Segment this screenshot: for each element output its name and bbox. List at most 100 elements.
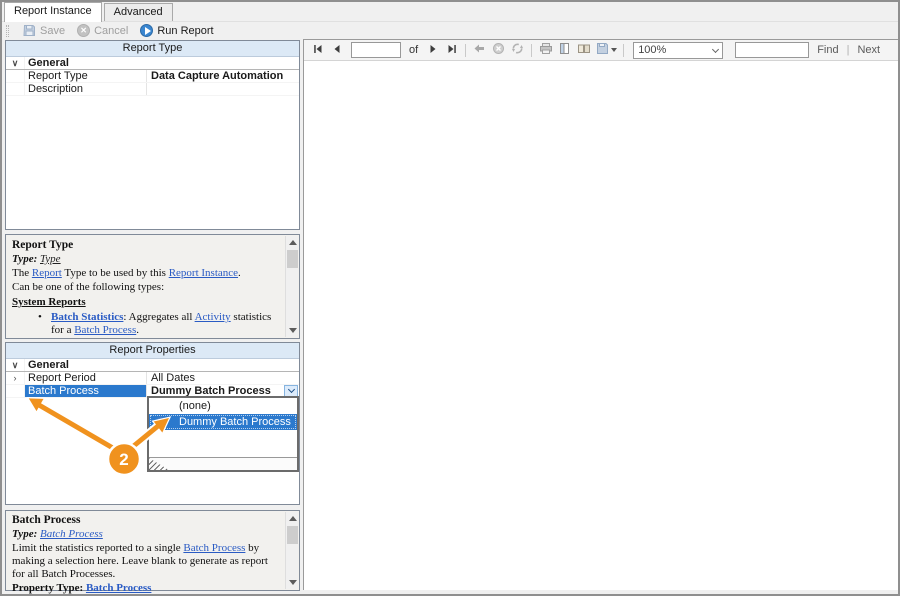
back-icon xyxy=(473,42,486,58)
run-report-button[interactable]: Run Report xyxy=(140,24,214,37)
report-type-row-value[interactable]: Data Capture Automation xyxy=(147,70,299,82)
scrollbar-thumb[interactable] xyxy=(287,526,298,544)
print-layout-icon xyxy=(558,42,571,58)
batch-statistics-link[interactable]: Batch Statistics xyxy=(51,311,123,323)
export-button[interactable] xyxy=(594,42,618,59)
property-row-report-period: › Report Period All Dates xyxy=(6,372,299,385)
batch-process-link[interactable]: Batch Process xyxy=(74,324,136,336)
print-layout-button[interactable] xyxy=(556,42,573,59)
page-number-input[interactable] xyxy=(351,42,401,58)
print-icon xyxy=(539,42,553,58)
activity-link[interactable]: Activity xyxy=(195,311,231,323)
help-scrollbar[interactable] xyxy=(285,236,298,337)
group-label: General xyxy=(28,359,69,371)
cancel-button[interactable]: ✕ Cancel xyxy=(77,24,128,37)
toolbar-grip[interactable] xyxy=(6,24,9,37)
next-page-button[interactable] xyxy=(424,42,441,59)
stop-refresh-button[interactable] xyxy=(490,42,507,59)
zoom-select[interactable]: 100% xyxy=(633,41,724,59)
cancel-icon: ✕ xyxy=(77,24,91,37)
bullet-icon: • xyxy=(38,311,42,323)
export-caret-icon xyxy=(610,48,617,52)
gear-icon: ⚙ xyxy=(155,414,167,429)
stop-icon xyxy=(492,42,505,58)
property-type-line: Property Type: Batch Process xyxy=(12,582,152,594)
batch-process-row-label[interactable]: Batch Process xyxy=(25,385,147,397)
report-type-row-label[interactable]: Report Type xyxy=(25,70,147,82)
report-instance-window: Report Instance Advanced Save ✕ Cancel R… xyxy=(0,0,900,596)
type-link[interactable]: Type xyxy=(40,253,61,265)
expander-icon[interactable]: › xyxy=(6,372,25,384)
report-period-row-label[interactable]: Report Period xyxy=(25,372,147,384)
dropdown-item-none[interactable]: (none) xyxy=(149,398,297,414)
save-label: Save xyxy=(40,24,66,37)
resize-grip-icon xyxy=(149,458,169,470)
batch-process-type-link[interactable]: Batch Process xyxy=(40,528,103,540)
description-row-label[interactable]: Description xyxy=(25,83,147,95)
report-viewer: of 100% Find | Next xyxy=(303,39,898,590)
previous-page-button[interactable] xyxy=(328,42,345,59)
dropdown-resize-grip[interactable] xyxy=(149,457,297,470)
batch-process-link[interactable]: Batch Process xyxy=(183,542,245,554)
page-setup-button[interactable] xyxy=(575,42,592,59)
refresh-icon xyxy=(511,42,524,58)
help-type-line: Type: Batch Process xyxy=(12,528,103,540)
tab-advanced[interactable]: Advanced xyxy=(103,3,173,21)
scroll-down-icon[interactable] xyxy=(286,576,299,589)
zoom-dropdown-icon xyxy=(712,45,720,53)
toolbar-separator xyxy=(623,43,625,57)
report-link[interactable]: Report xyxy=(32,267,62,279)
report-instance-link[interactable]: Report Instance xyxy=(169,267,238,279)
scrollbar-thumb[interactable] xyxy=(287,250,298,268)
page-setup-icon xyxy=(577,42,591,58)
collapse-chevron-icon[interactable]: ∨ xyxy=(6,57,25,69)
report-type-help-panel: Report Type Type: Type The Report Type t… xyxy=(5,234,300,339)
group-label: General xyxy=(28,57,69,69)
first-page-icon xyxy=(312,43,324,58)
previous-page-icon xyxy=(331,43,343,58)
refresh-button[interactable] xyxy=(509,42,526,59)
last-page-icon xyxy=(446,43,458,58)
dropdown-item-dummy-batch-process[interactable]: ⚙ Dummy Batch Process xyxy=(149,414,297,430)
toolbar-separator xyxy=(465,43,467,57)
batch-process-dropdown: (none) ⚙ Dummy Batch Process xyxy=(147,396,299,472)
zoom-value: 100% xyxy=(638,44,667,56)
first-page-button[interactable] xyxy=(309,42,326,59)
viewer-toolbar: of 100% Find | Next xyxy=(304,40,898,61)
save-button[interactable]: Save xyxy=(23,24,65,37)
run-report-icon xyxy=(140,24,154,37)
find-button[interactable]: Find xyxy=(817,44,838,56)
report-type-panel-header: Report Type xyxy=(6,41,299,57)
help-title: Batch Process xyxy=(12,514,81,526)
report-period-row-value[interactable]: All Dates xyxy=(147,372,299,384)
print-button[interactable] xyxy=(537,42,554,59)
scroll-up-icon[interactable] xyxy=(286,512,299,525)
back-button[interactable] xyxy=(471,42,488,59)
property-row-description: Description xyxy=(6,83,299,96)
main-toolbar: Save ✕ Cancel Run Report xyxy=(2,21,898,39)
report-type-panel: Report Type ∨ General Report Type Data C… xyxy=(5,40,300,230)
help-paragraph-2: Can be one of the following types: xyxy=(12,281,165,293)
group-row-general[interactable]: ∨ General xyxy=(6,57,299,70)
help-paragraph-1: Limit the statistics reported to a singl… xyxy=(12,542,268,580)
chevron-down-icon xyxy=(287,385,295,394)
report-viewer-body xyxy=(304,61,898,590)
property-type-link[interactable]: Batch Process xyxy=(86,582,151,594)
tab-bar: Report Instance Advanced xyxy=(4,2,175,22)
tab-report-instance[interactable]: Report Instance xyxy=(4,2,102,22)
group-row-general-2[interactable]: ∨ General xyxy=(6,359,299,372)
scroll-down-icon[interactable] xyxy=(286,324,299,337)
help-scrollbar[interactable] xyxy=(285,512,298,589)
search-input[interactable] xyxy=(735,42,810,58)
save-icon xyxy=(23,24,36,37)
last-page-button[interactable] xyxy=(443,42,460,59)
property-row-report-type: Report Type Data Capture Automation xyxy=(6,70,299,83)
collapse-chevron-icon[interactable]: ∨ xyxy=(6,359,25,371)
export-icon xyxy=(596,42,609,58)
help-paragraph-1: The Report Type to be used by this Repor… xyxy=(12,267,241,279)
description-row-value[interactable] xyxy=(147,83,299,95)
next-page-icon xyxy=(427,43,439,58)
scroll-up-icon[interactable] xyxy=(286,236,299,249)
next-button[interactable]: Next xyxy=(857,44,880,56)
find-next-separator: | xyxy=(846,44,850,56)
